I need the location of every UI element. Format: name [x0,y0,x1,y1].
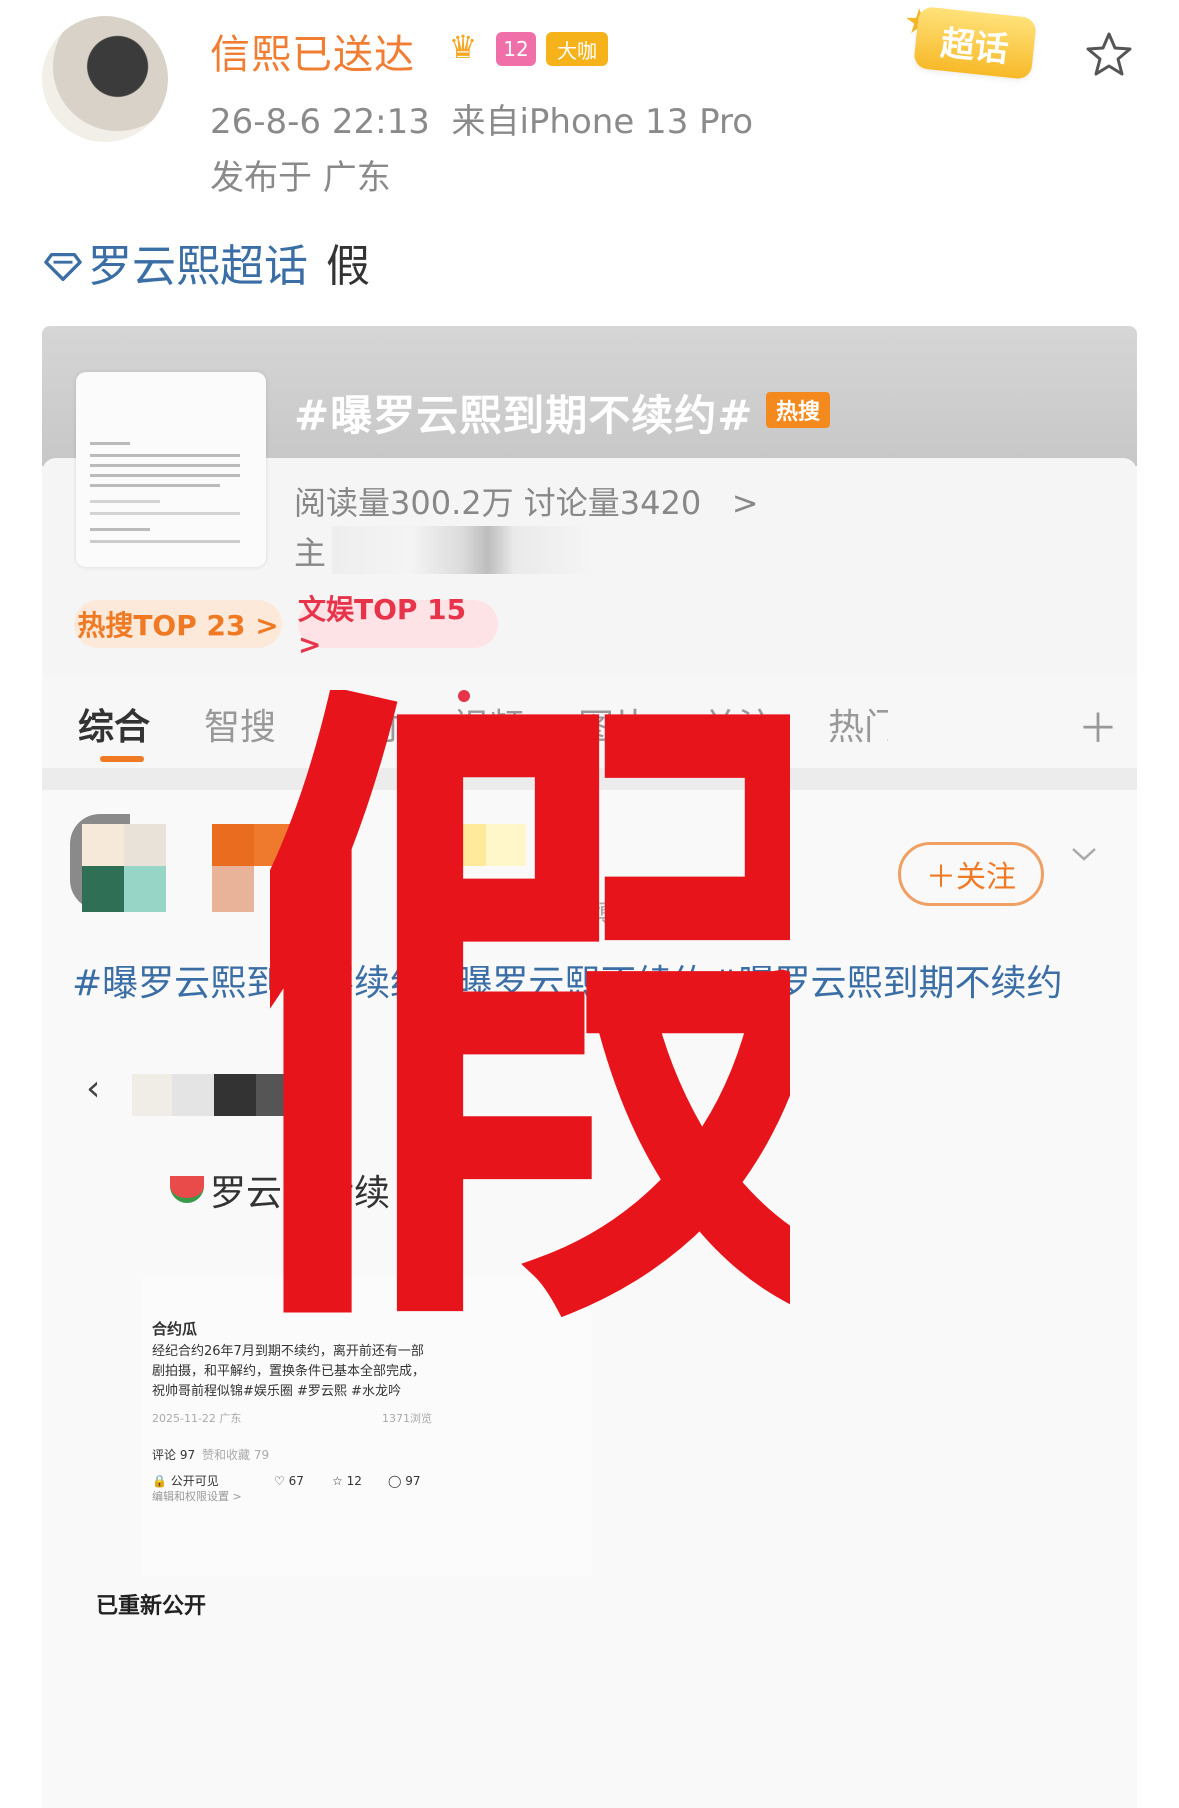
vip-badge: 大咖 [546,32,608,66]
crown-icon: ♛ [448,28,478,66]
topic-stats: 阅读量300.2万 讨论量3420 > [294,478,759,524]
inner-date: 2025-11-22 广东 [152,1412,242,1425]
topic-link[interactable]: 罗云熙超话假 [44,230,370,294]
topic-thumbnail [76,372,266,567]
post-meta: 26-8-6 22:13 来自iPhone 13 Pro [210,94,753,143]
hot-rank-pill[interactable]: 热搜TOP 23 > [74,600,282,648]
active-tab-indicator [100,756,144,762]
inner-edit-link[interactable]: 编辑和权限设置 > [152,1488,242,1504]
visibility-text: 公开可见 [170,1474,219,1488]
tab-general[interactable]: 综合 [78,698,150,750]
diamond-icon [44,252,82,281]
back-arrow-icon[interactable]: ‹ [86,1068,100,1109]
topic-name: 罗云熙超话 [88,241,308,292]
post-location: 发布于 广东 [210,158,391,198]
ent-rank-pill[interactable]: 文娱TOP 15 > [298,593,498,661]
hashtag-title[interactable]: #曝罗云熙到期不续约# [294,382,753,443]
inner-comment[interactable]: ◯ 97 [388,1474,421,1488]
comment-count: 97 [405,1474,421,1488]
star-count: 12 [346,1474,362,1488]
add-tab-icon[interactable]: ＋ [1078,696,1118,754]
mosaic-block [214,1074,256,1116]
inner-visibility: 🔒 公开可见 [152,1474,219,1488]
follow-button[interactable]: ＋关注 [898,842,1044,906]
source: 来自iPhone 13 Pro [451,102,754,142]
inner-comments: 评论 97 [152,1448,196,1462]
inner-likes-fav: 赞和收藏 79 [202,1448,270,1462]
chaohua-badge[interactable]: 超话 [913,6,1037,80]
watermelon-icon [170,1176,204,1203]
comment-icon: ◯ [388,1474,402,1488]
mosaic-block [132,1074,172,1116]
mosaic-block [172,1074,214,1116]
level-icon: 12 [496,32,536,66]
host-mosaic [332,526,592,574]
mosaic-block [124,866,166,912]
inner-star[interactable]: ☆ 12 [332,1474,362,1488]
inner-views: 1371浏览 [382,1412,432,1425]
fake-stamp-text: 假 [270,690,790,1360]
topic-suffix: 假 [326,241,370,292]
tab-smart[interactable]: 智搜 [204,698,276,750]
fake-stamp: 假 [270,690,790,1360]
mosaic-block [212,866,254,912]
star-outline-icon: ☆ [332,1474,343,1488]
like-count: 67 [288,1474,304,1488]
heart-icon: ♡ [274,1474,285,1488]
restored-label: 已重新公开 [96,1594,207,1619]
hot-badge: 热搜 [766,392,830,428]
inner-author: 合约瓜 [152,1320,198,1338]
reads-text: 阅读量300.2万 讨论量3420 [294,484,702,522]
mosaic-block [82,824,124,866]
timestamp: 26-8-6 22:13 [210,102,430,142]
chevron-right-icon[interactable]: > [732,484,759,522]
inner-like[interactable]: ♡ 67 [274,1474,304,1488]
tab-hot[interactable]: 热门 [828,698,888,750]
mosaic-block [82,866,124,912]
username[interactable]: 信熙已送达 [210,22,415,80]
avatar[interactable] [42,16,168,142]
mosaic-block [212,824,254,866]
star-icon[interactable] [1084,30,1134,80]
host-label: 主 [294,534,327,572]
mosaic-block [124,824,166,866]
chevron-down-icon[interactable] [1070,840,1098,868]
